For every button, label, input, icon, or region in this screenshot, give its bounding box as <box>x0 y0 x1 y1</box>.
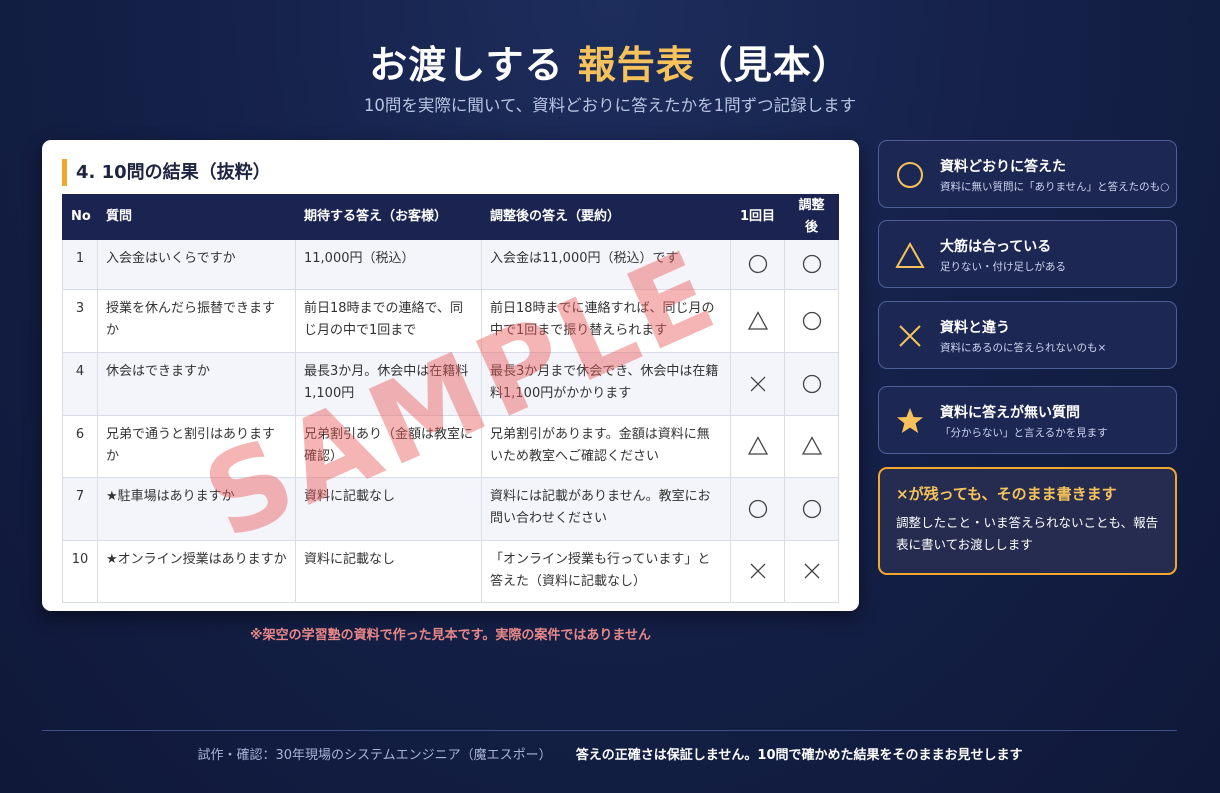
cell-expected: 11,000円（税込） <box>295 239 482 290</box>
column-header-expected: 期待する答え（お客様） <box>295 194 482 240</box>
cell-first-result <box>730 477 785 541</box>
footer-divider <box>42 730 1177 731</box>
circle-icon <box>895 160 925 190</box>
cell-answer: 前日18時までに連絡すれば、同じ月の中で1回まで振り替えられます <box>481 289 731 353</box>
cell-first-result <box>730 415 785 478</box>
table-row: 1 入会金はいくらですか 11,000円（税込） 入会金は11,000円（税込）です <box>62 239 839 290</box>
cell-no: 3 <box>62 289 98 353</box>
legend-subtitle: 資料にあるのに答えられないのも× <box>940 342 1107 354</box>
cell-no: 4 <box>62 352 98 416</box>
cell-question: 授業を休んだら振替できますか <box>97 289 296 353</box>
cell-question: ★駐車場はありますか <box>97 477 296 541</box>
report-card: 4. 10問の結果（抜粋） No 質問 期待する答え（お客様） 調整後の答え（要… <box>42 140 859 611</box>
cell-first-result <box>730 289 785 353</box>
table-row: 7 ★駐車場はありますか 資料に記載なし 資料には記載がありません。教室にお問い合わせ… <box>62 477 839 541</box>
circle-icon <box>801 311 823 330</box>
cell-no: 6 <box>62 415 98 478</box>
cell-after-result <box>784 352 839 416</box>
legend-subtitle: 「分からない」と言えるかを見ます <box>940 427 1108 439</box>
cross-icon <box>747 376 769 392</box>
column-header-after: 調整後 <box>784 194 839 240</box>
cross-icon <box>801 563 823 579</box>
triangle-icon <box>801 436 823 455</box>
cell-first-result <box>730 239 785 290</box>
table-header-row: No 質問 期待する答え（お客様） 調整後の答え（要約） 1回目 調整後 <box>62 194 839 240</box>
cell-no: 7 <box>62 477 98 541</box>
column-header-first: 1回目 <box>730 194 785 240</box>
cell-expected: 最長3か月。休会中は在籍料1,100円 <box>295 352 482 416</box>
triangle-icon <box>747 310 769 330</box>
legend-subtitle: 資料に無い質問に「ありません」と答えたのも○ <box>940 181 1170 193</box>
column-header-answer: 調整後の答え（要約） <box>481 194 731 240</box>
cell-after-result <box>784 477 839 541</box>
cell-first-result <box>730 540 785 603</box>
legend-title: 大筋は合っている <box>940 239 1052 255</box>
legend-title: 資料どおりに答えた <box>940 159 1066 175</box>
circle-icon <box>801 499 823 518</box>
cell-after-result <box>784 540 839 603</box>
title-prefix: お渡しする <box>369 43 564 87</box>
footer-disclaimer: 答えの正確さは保証しません。10問で確かめた結果をそのままお見せします <box>575 748 1023 763</box>
circle-icon <box>801 374 823 393</box>
cell-after-result <box>784 239 839 290</box>
table-row: 6 兄弟で通うと割引はありますか 兄弟割引あり（金額は教室に確認） 兄弟割引があります… <box>62 415 839 478</box>
title-accent: 報告表 <box>577 43 695 87</box>
note-body: 調整したこと・いま答えられないことも、報告表に書いてお渡しします <box>896 515 1159 552</box>
cell-question: 入会金はいくらですか <box>97 239 296 290</box>
table-row: 10 ★オンライン授業はありますか 資料に記載なし 「オンライン授業も行っています」と… <box>62 540 839 603</box>
cell-answer: 「オンライン授業も行っています」と答えた（資料に記載なし） <box>481 540 731 603</box>
cell-no: 1 <box>62 239 98 290</box>
cell-question: 休会はできますか <box>97 352 296 416</box>
cell-after-result <box>784 415 839 478</box>
cell-question: 兄弟で通うと割引はありますか <box>97 415 296 478</box>
legend-item-circle: 資料どおりに答えた 資料に無い質問に「ありません」と答えたのも○ <box>878 140 1177 208</box>
circle-icon <box>801 255 823 274</box>
cell-expected: 兄弟割引あり（金額は教室に確認） <box>295 415 482 478</box>
triangle-icon <box>895 240 925 270</box>
legend-item-triangle: 大筋は合っている 足りない・付け足しがある <box>878 220 1177 288</box>
legend-item-cross: 資料と違う 資料にあるのに答えられないのも× <box>878 301 1177 369</box>
note-title: ×が残っても、そのまま書きます <box>896 485 1117 503</box>
cell-question: ★オンライン授業はありますか <box>97 540 296 603</box>
legend-item-star: 資料に答えが無い質問 「分からない」と言えるかを見ます <box>878 386 1177 454</box>
table-row: 4 休会はできますか 最長3か月。休会中は在籍料1,100円 最長3か月まで休会でき、… <box>62 352 839 416</box>
page-title: お渡しする 報告表（見本） <box>0 34 1220 89</box>
cross-icon <box>747 563 769 579</box>
column-header-no: No <box>62 194 98 240</box>
cell-no: 10 <box>62 540 98 603</box>
title-suffix: （見本） <box>694 43 851 87</box>
cell-first-result <box>730 352 785 416</box>
star-icon <box>895 406 925 436</box>
cell-expected: 資料に記載なし <box>295 540 482 603</box>
circle-icon <box>747 255 769 274</box>
footer: 試作・確認：30年現場のシステムエンジニア（魔エスポー） 答えの正確さは保証しま… <box>0 744 1220 763</box>
legend-subtitle: 足りない・付け足しがある <box>940 261 1066 273</box>
footnote: ※架空の学習塾の資料で作った見本です。実際の案件ではありません <box>250 628 651 643</box>
table-row: 3 授業を休んだら振替できますか 前日18時までの連絡で、同じ月の中で1回まで 前日1… <box>62 289 839 353</box>
cell-answer: 入会金は11,000円（税込）です <box>481 239 731 290</box>
results-table: No 質問 期待する答え（お客様） 調整後の答え（要約） 1回目 調整後 1 入会… <box>62 194 839 603</box>
circle-icon <box>747 499 769 518</box>
triangle-icon <box>747 436 769 455</box>
cell-answer: 兄弟割引があります。金額は資料に無いため教室へご確認ください <box>481 415 731 478</box>
column-header-question: 質問 <box>97 194 296 240</box>
legend-title: 資料に答えが無い質問 <box>940 405 1080 421</box>
cell-answer: 資料には記載がありません。教室にお問い合わせください <box>481 477 731 541</box>
cell-expected: 資料に記載なし <box>295 477 482 541</box>
legend-title: 資料と違う <box>940 320 1010 336</box>
note-box: ×が残っても、そのまま書きます 調整したこと・いま答えられないことも、報告表に書… <box>878 467 1177 575</box>
section-title: 4. 10問の結果（抜粋） <box>62 159 271 186</box>
cell-answer: 最長3か月まで休会でき、休会中は在籍料1,100円がかかります <box>481 352 731 416</box>
page-subtitle: 10問を実際に聞いて、資料どおりに答えたかを1問ずつ記録します <box>363 96 857 115</box>
footer-credit: 試作・確認：30年現場のシステムエンジニア（魔エスポー） <box>197 748 552 763</box>
cell-expected: 前日18時までの連絡で、同じ月の中で1回まで <box>295 289 482 353</box>
cell-after-result <box>784 289 839 353</box>
cross-icon <box>895 321 925 351</box>
